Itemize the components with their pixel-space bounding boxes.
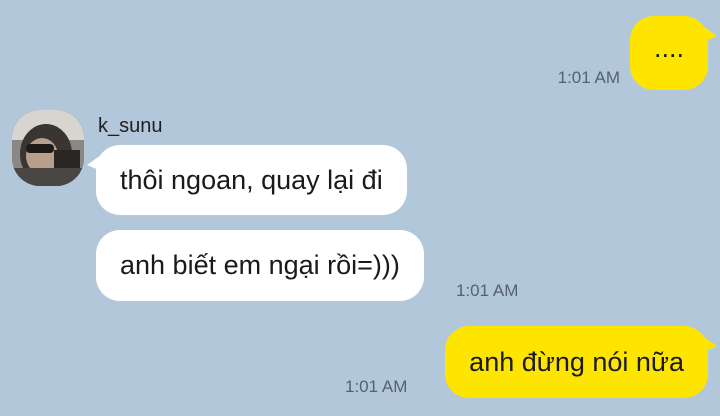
message-text: thôi ngoan, quay lại đi <box>120 164 383 195</box>
message-timestamp: 1:01 AM <box>345 377 408 396</box>
message-text: .... <box>653 32 684 63</box>
contact-avatar[interactable] <box>12 110 84 186</box>
message-bubble-outgoing[interactable]: anh đừng nói nữa <box>445 326 717 398</box>
message-text: anh đừng nói nữa <box>469 346 684 377</box>
chat-area: .... 1:01 AM k_sunu thôi ngoan, quay lại… <box>0 0 720 416</box>
message-bubble-outgoing[interactable]: .... <box>630 16 717 90</box>
sender-name: k_sunu <box>98 115 163 137</box>
message-timestamp: 1:01 AM <box>557 68 620 87</box>
message-text: anh biết em ngại rồi=))) <box>120 250 400 280</box>
message-bubble-incoming[interactable]: thôi ngoan, quay lại đi <box>87 145 407 215</box>
avatar-photo-icon <box>12 110 84 186</box>
message-timestamp: 1:01 AM <box>456 281 519 300</box>
message-bubble-incoming[interactable]: anh biết em ngại rồi=))) <box>96 230 424 301</box>
